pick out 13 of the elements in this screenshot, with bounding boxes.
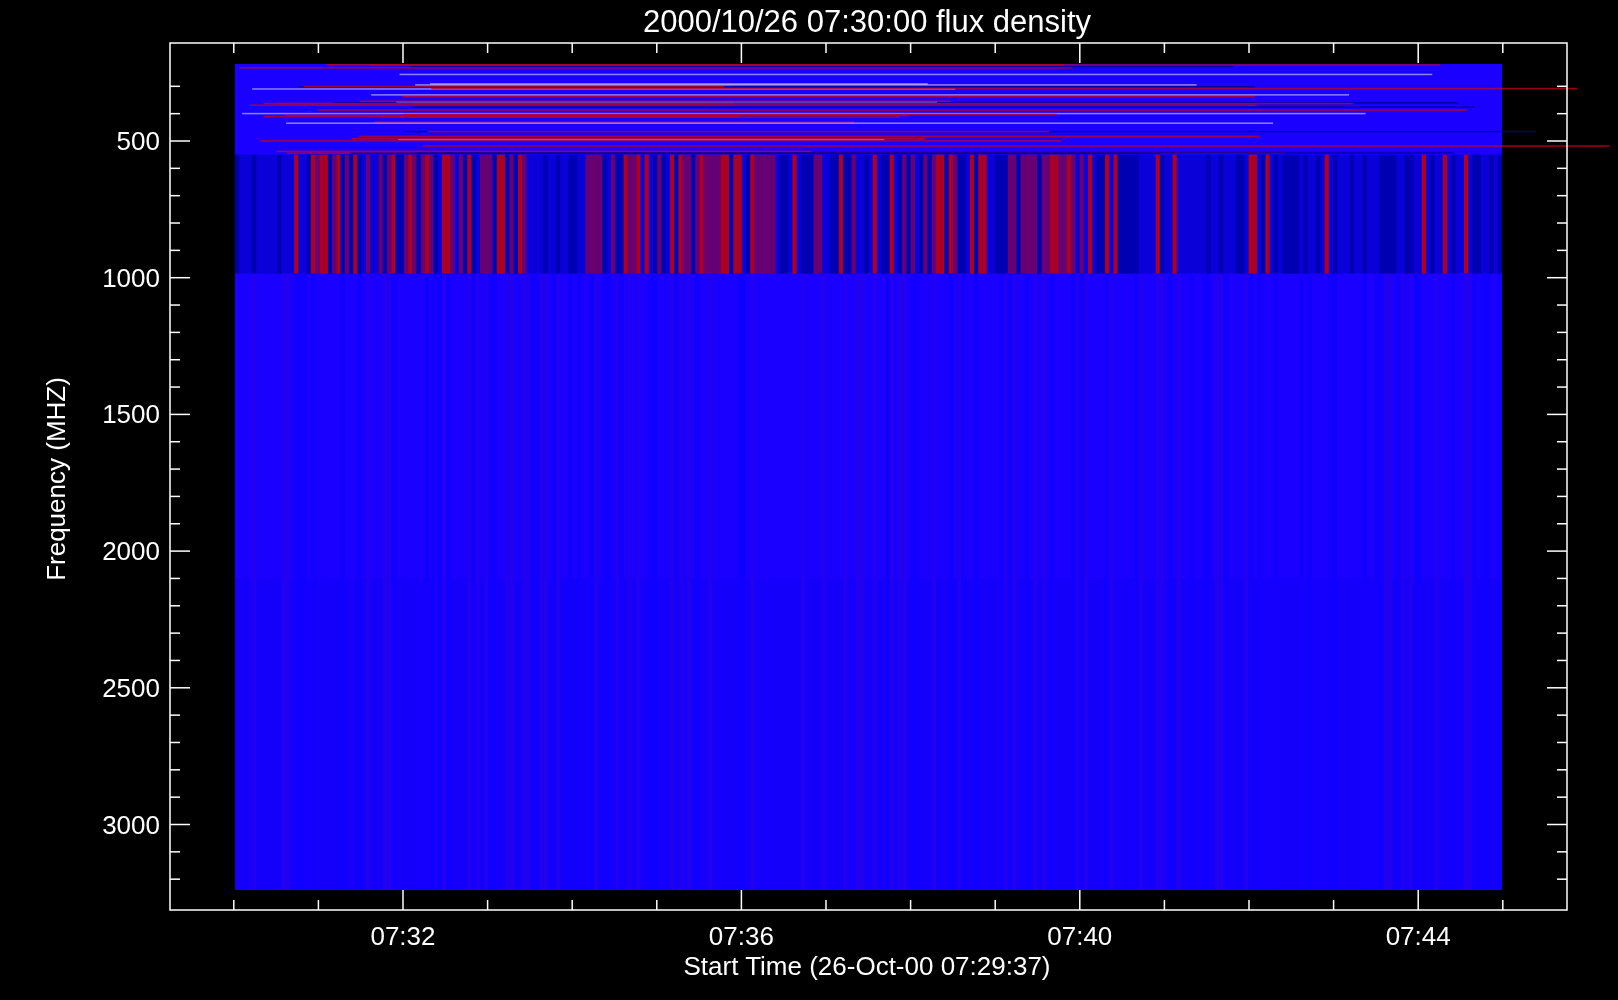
tick-label: 07:32: [370, 921, 436, 951]
tick-label: 1000: [102, 262, 160, 293]
plot-title: 2000/10/26 07:30:00 flux density: [642, 4, 1092, 39]
tick-label: 2000: [102, 536, 160, 567]
axis-label: Frequency (MHZ): [41, 377, 71, 581]
tick-label: 07:44: [1385, 921, 1451, 951]
tick-label: 2500: [102, 672, 160, 703]
tick-label: 07:40: [1047, 921, 1113, 951]
tick-label: 500: [116, 126, 160, 156]
tick-label: 3000: [102, 809, 160, 840]
tick-label: 1500: [102, 399, 160, 430]
tick-label: 07:36: [708, 921, 774, 951]
axis-label: Start Time (26-Oct-00 07:29:37): [683, 951, 1051, 981]
